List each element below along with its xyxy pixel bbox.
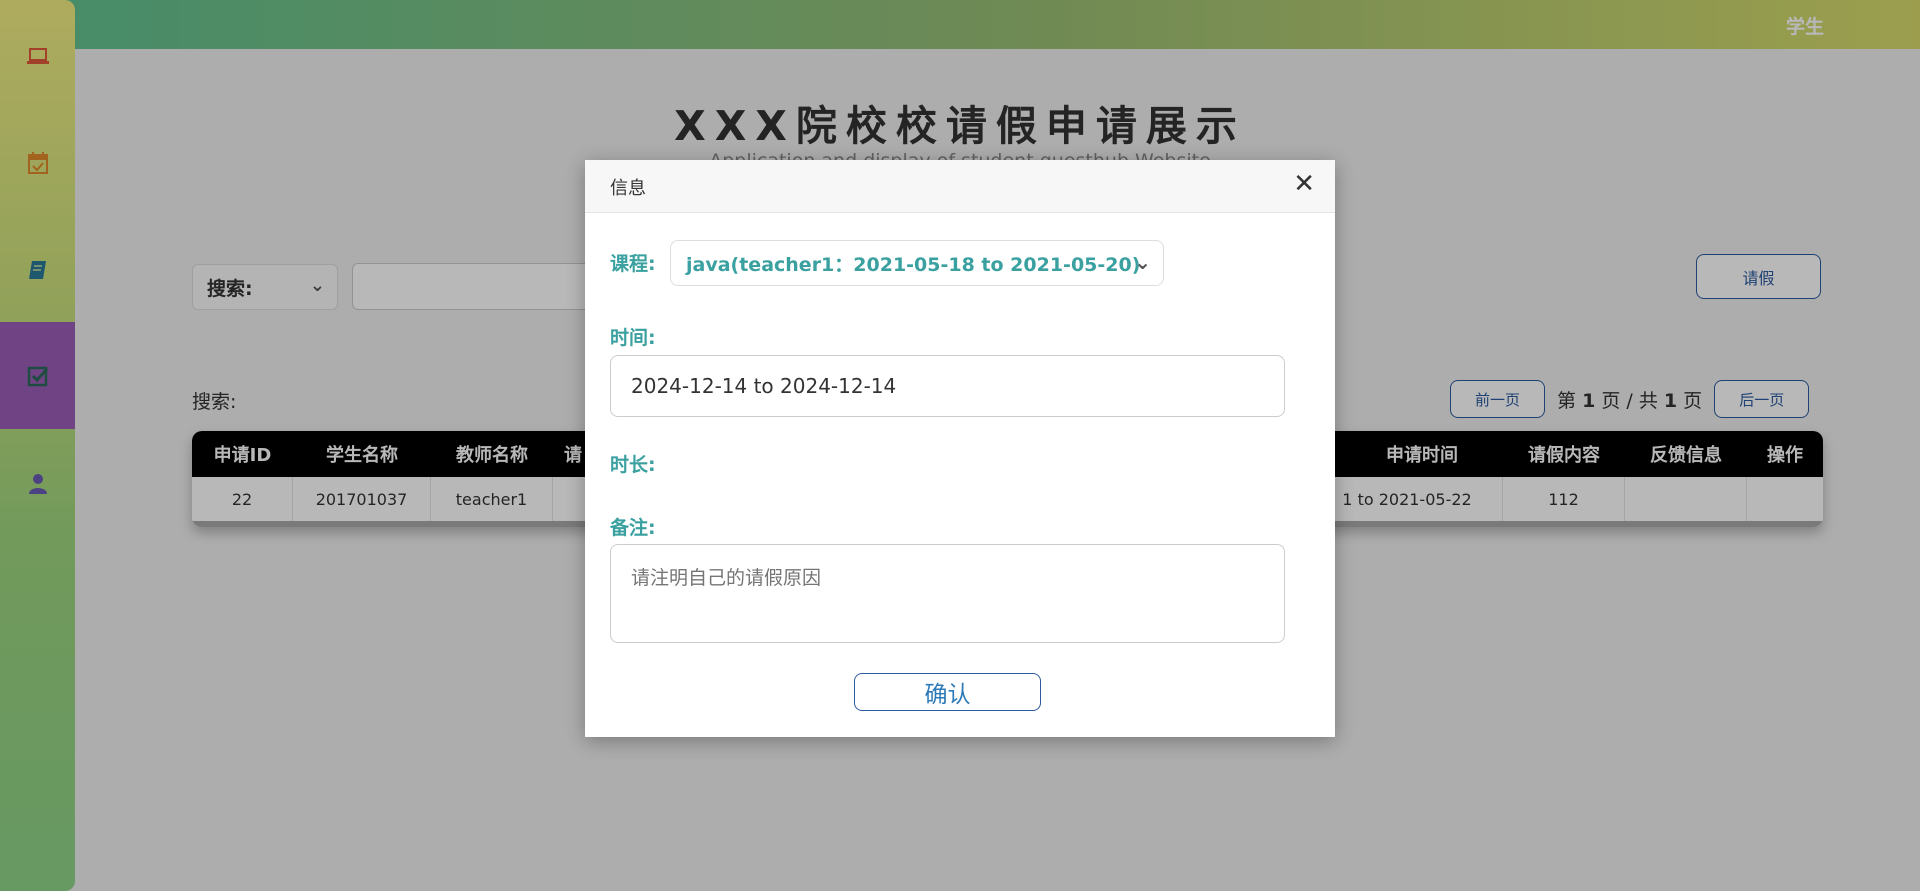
leave-request-dialog: 信息 ✕ 课程: java(teacher1：2021-05-18 to 202… bbox=[585, 160, 1335, 737]
date-range-input[interactable]: 2024-12-14 to 2024-12-14 bbox=[610, 355, 1285, 417]
course-select-value: java(teacher1：2021-05-18 to 2021-05-20) bbox=[686, 253, 1141, 276]
course-select[interactable]: java(teacher1：2021-05-18 to 2021-05-20) … bbox=[670, 240, 1164, 286]
dialog-header: 信息 ✕ bbox=[585, 160, 1335, 213]
confirm-button[interactable]: 确认 bbox=[854, 673, 1041, 711]
time-label: 时间: bbox=[610, 327, 656, 349]
course-label: 课程: bbox=[610, 253, 656, 275]
remark-label: 备注: bbox=[610, 517, 656, 539]
dialog-title: 信息 bbox=[610, 178, 646, 199]
chevron-down-icon: ⌄ bbox=[1134, 250, 1151, 274]
close-icon[interactable]: ✕ bbox=[1293, 170, 1315, 198]
duration-label: 时长: bbox=[610, 454, 656, 476]
remark-textarea[interactable] bbox=[610, 544, 1285, 643]
